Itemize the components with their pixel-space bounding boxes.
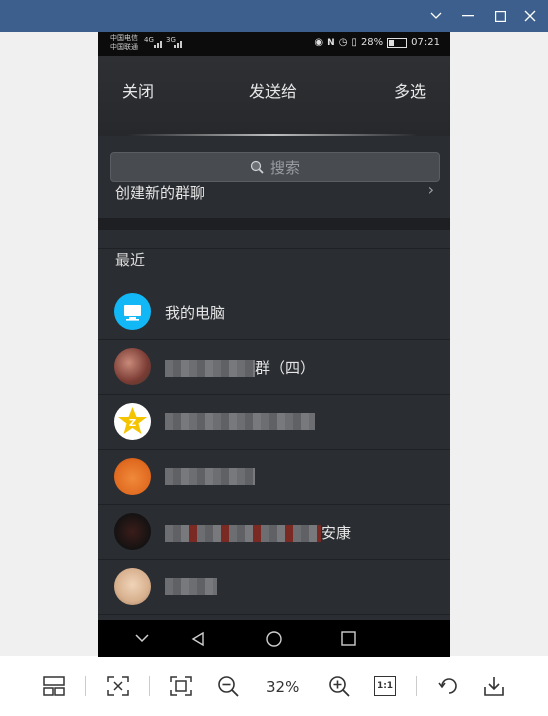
phone-screenshot: 中国电信 中国联通 4G 3G ◉ N ◷ ▯ 28% 07:21 关闭 发送给… xyxy=(98,32,450,657)
multi-select-button[interactable]: 多选 xyxy=(394,78,426,102)
create-group-label: 创建新的群聊 xyxy=(115,184,206,202)
android-nav-bar xyxy=(98,620,450,657)
home-nav-button[interactable] xyxy=(254,620,294,657)
back-nav-button[interactable] xyxy=(178,620,218,657)
signal-1-icon xyxy=(154,41,162,48)
contact-name-suffix: 安康 xyxy=(321,524,352,542)
toolbar-separator xyxy=(149,676,150,696)
contact-row[interactable] xyxy=(98,449,450,505)
contact-name: 安康 xyxy=(165,522,351,543)
toolbar-separator xyxy=(416,676,417,696)
close-button[interactable]: 关闭 xyxy=(122,78,154,102)
contact-row[interactable]: 安康 xyxy=(98,504,450,560)
zoom-in-button[interactable] xyxy=(325,672,353,700)
carrier-1: 中国电信 xyxy=(110,34,138,42)
fit-window-button[interactable] xyxy=(104,672,132,700)
vibrate-icon: ▯ xyxy=(351,37,357,48)
rotate-icon xyxy=(438,678,457,694)
close-button[interactable] xyxy=(514,0,546,32)
save-button[interactable] xyxy=(480,672,508,700)
contact-name: 群（四） xyxy=(165,357,315,378)
alarm-icon: ◷ xyxy=(338,37,348,48)
header-highlight-line xyxy=(128,134,418,136)
search-icon xyxy=(250,160,264,174)
search-input[interactable]: 搜索 xyxy=(110,152,440,182)
contact-name-suffix: 群（四） xyxy=(255,359,316,377)
avatar xyxy=(114,458,151,495)
zoom-in-icon xyxy=(329,676,350,697)
search-placeholder: 搜索 xyxy=(269,158,300,177)
carrier-labels: 中国电信 中国联通 xyxy=(110,34,138,52)
blurred-name xyxy=(165,578,217,595)
recent-section-label: 最近 xyxy=(115,251,146,269)
fullscreen-icon xyxy=(170,676,192,696)
recents-square-icon xyxy=(340,631,356,646)
toolbar-separator xyxy=(85,676,86,696)
chevron-down-icon[interactable] xyxy=(420,0,452,32)
actual-size-button[interactable]: 1:1 xyxy=(371,672,399,700)
zoom-out-icon xyxy=(218,676,239,697)
zoom-out-button[interactable] xyxy=(214,672,242,700)
minimize-button[interactable] xyxy=(452,0,484,32)
recents-nav-button[interactable] xyxy=(328,620,368,657)
layout-icon xyxy=(43,676,65,696)
page-title: 发送给 xyxy=(249,82,298,101)
computer-icon xyxy=(114,293,151,330)
save-icon xyxy=(484,677,504,696)
maximize-button[interactable] xyxy=(484,0,516,32)
avatar xyxy=(114,513,151,550)
layout-button[interactable] xyxy=(40,672,68,700)
contact-row-group[interactable]: 群（四） xyxy=(98,339,450,395)
window-title-bar xyxy=(0,0,548,32)
contact-row-qzone[interactable]: Z xyxy=(98,394,450,450)
contact-row[interactable] xyxy=(98,559,450,615)
blurred-name xyxy=(165,525,321,542)
carrier-2: 中国联通 xyxy=(110,43,138,51)
contact-name xyxy=(165,412,315,430)
svg-text:Z: Z xyxy=(129,418,136,429)
avatar xyxy=(114,568,151,605)
fit-icon xyxy=(107,676,129,696)
nfc-icon: N xyxy=(327,37,335,48)
status-right-group: ◉ N ◷ ▯ 28% 07:21 xyxy=(314,37,440,48)
rotate-button[interactable] xyxy=(435,672,463,700)
signal-2-icon xyxy=(174,41,182,48)
contact-name: 我的电脑 xyxy=(165,304,226,322)
home-circle-icon xyxy=(266,630,282,647)
blurred-name xyxy=(165,468,255,485)
fullscreen-button[interactable] xyxy=(167,672,195,700)
status-bar: 中国电信 中国联通 4G 3G ◉ N ◷ ▯ 28% 07:21 xyxy=(98,32,450,56)
battery-percent: 28% xyxy=(360,37,384,48)
signal-1-label: 4G xyxy=(144,36,154,44)
contact-name xyxy=(165,577,217,595)
chevron-right-icon: › xyxy=(427,180,434,199)
qzone-icon: Z xyxy=(114,403,151,440)
zoom-level: 32% xyxy=(266,678,300,696)
chevron-down-icon xyxy=(135,634,149,643)
section-divider xyxy=(98,218,450,230)
back-triangle-icon xyxy=(191,631,204,646)
actual-size-icon: 1:1 xyxy=(374,676,396,696)
contact-row-my-computer[interactable]: 我的电脑 xyxy=(98,284,450,340)
clock-time: 07:21 xyxy=(411,37,440,48)
battery-icon xyxy=(387,37,408,48)
hide-nav-button[interactable] xyxy=(122,620,162,657)
eye-icon: ◉ xyxy=(314,37,324,48)
viewer-toolbar: 32% 1:1 xyxy=(0,658,548,716)
battery-fill xyxy=(389,39,395,46)
blurred-name xyxy=(165,413,315,430)
avatar xyxy=(114,348,151,385)
blurred-name xyxy=(165,360,255,377)
contact-name xyxy=(165,467,255,485)
